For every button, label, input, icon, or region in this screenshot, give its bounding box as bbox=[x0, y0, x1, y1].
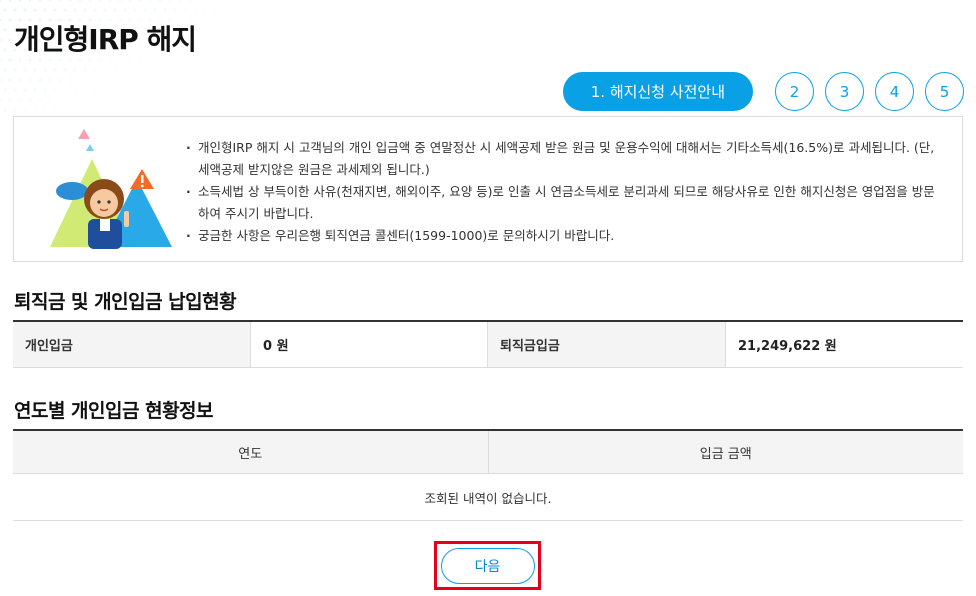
next-button[interactable]: 다음 bbox=[440, 547, 535, 584]
retirement-deposit-label: 퇴직금입금 bbox=[488, 322, 725, 367]
step-5: 5 bbox=[925, 72, 964, 111]
empty-table-message: 조회된 내역이 없습니다. bbox=[13, 474, 963, 521]
summary-table: 개인입금 0 원 퇴직금입금 21,249,622 원 bbox=[13, 320, 963, 368]
step-1-current: 1. 해지신청 사전안내 bbox=[562, 72, 753, 111]
yearly-section-title: 연도별 개인입금 현황정보 bbox=[14, 400, 214, 422]
personal-deposit-label: 개인입금 bbox=[13, 322, 250, 367]
step-4: 4 bbox=[875, 72, 914, 111]
notice-item: 개인형IRP 해지 시 고객님의 개인 입금액 중 연말정산 시 세액공제 받은… bbox=[186, 137, 946, 181]
step-2: 2 bbox=[775, 72, 814, 111]
personal-deposit-value: 0 원 bbox=[250, 322, 488, 367]
guide-character-illustration bbox=[50, 129, 172, 249]
yearly-deposit-table: 연도 입금 금액 조회된 내역이 없습니다. bbox=[13, 429, 963, 521]
next-button-highlight: 다음 bbox=[434, 541, 541, 590]
notice-box: 개인형IRP 해지 시 고객님의 개인 입금액 중 연말정산 시 세액공제 받은… bbox=[13, 116, 963, 262]
column-header-amount: 입금 금액 bbox=[487, 431, 964, 473]
notice-item: 궁금한 사항은 우리은행 퇴직연금 콜센터(1599-1000)로 문의하시기 … bbox=[186, 225, 946, 247]
step-3: 3 bbox=[825, 72, 864, 111]
table-header-row: 연도 입금 금액 bbox=[13, 431, 963, 474]
column-header-year: 연도 bbox=[238, 446, 263, 462]
page-title: 개인형IRP 해지 bbox=[14, 23, 197, 56]
notice-list: 개인형IRP 해지 시 고객님의 개인 입금액 중 연말정산 시 세액공제 받은… bbox=[186, 137, 946, 247]
step-indicator: 1. 해지신청 사전안내 2 3 4 5 bbox=[562, 72, 964, 111]
summary-section-title: 퇴직금 및 개인입금 납입현황 bbox=[14, 291, 237, 313]
retirement-deposit-value: 21,249,622 원 bbox=[725, 322, 963, 367]
notice-item: 소득세법 상 부득이한 사유(천재지변, 해외이주, 요양 등)로 인출 시 연… bbox=[186, 181, 946, 225]
